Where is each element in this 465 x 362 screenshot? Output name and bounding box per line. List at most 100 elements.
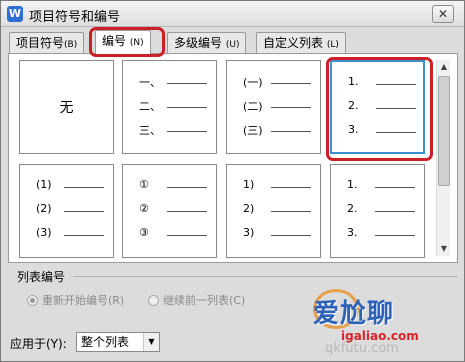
tab-hotkey: (L) xyxy=(326,40,339,50)
group-divider xyxy=(73,276,458,277)
tab-label: 多级编号 xyxy=(174,36,223,50)
numbering-style-card[interactable]: 1) 2) 3) xyxy=(226,164,321,258)
scroll-thumb[interactable] xyxy=(438,76,450,186)
preview-rule xyxy=(64,187,104,188)
radio-icon xyxy=(27,295,38,306)
preview-rule xyxy=(271,187,311,188)
numbering-style-card[interactable]: (一) (二) (三) xyxy=(226,60,321,154)
bullets-numbering-dialog: W 项目符号和编号 ✕ 项目符号(B) 编号 (N) 多级编号 (U) 自定义列… xyxy=(0,0,465,362)
title-bar[interactable]: W 项目符号和编号 ✕ xyxy=(1,1,464,27)
preview-marker: (2) xyxy=(36,202,52,215)
numbering-style-card[interactable]: 一、 二、 三、 xyxy=(122,60,217,154)
preview-marker: 三、 xyxy=(139,124,161,137)
preview-line: 2) xyxy=(227,201,320,219)
preview-line: (1) xyxy=(20,177,113,195)
preview-marker: ② xyxy=(139,202,149,215)
radio-icon xyxy=(148,295,159,306)
preview-rule xyxy=(376,132,416,133)
apply-to-value: 整个列表 xyxy=(81,335,130,349)
preview-marker: 3. xyxy=(347,226,358,239)
arrow-up-icon[interactable]: ▲ xyxy=(437,60,451,74)
preview-rule xyxy=(376,84,416,85)
preview-rule xyxy=(167,131,207,132)
preview-line: (一) xyxy=(227,73,320,91)
tab-label: 自定义列表 xyxy=(263,36,324,50)
preview-marker: 2. xyxy=(348,99,359,112)
dialog-title: 项目符号和编号 xyxy=(29,10,121,25)
preview-line: 3. xyxy=(331,225,424,243)
preview-line: 一、 xyxy=(123,73,216,91)
tab-hotkey: (B) xyxy=(64,40,78,50)
preview-line: 3) xyxy=(227,225,320,243)
preview-rule xyxy=(375,235,415,236)
preview-marker: ① xyxy=(139,178,149,191)
tab-label: 项目符号 xyxy=(16,36,65,50)
preview-marker: 1) xyxy=(243,178,255,191)
preview-line: 二、 xyxy=(123,97,216,115)
preview-line: (二) xyxy=(227,97,320,115)
preview-rule xyxy=(271,83,311,84)
chevron-down-icon[interactable]: ▼ xyxy=(143,333,159,351)
preview-rule xyxy=(376,108,416,109)
numbering-style-card[interactable]: ① ② ③ xyxy=(122,164,217,258)
preview-line: 1. xyxy=(331,177,424,195)
preview-marker: (一) xyxy=(243,76,263,89)
close-icon[interactable]: ✕ xyxy=(432,5,454,23)
tab-bullets[interactable]: 项目符号(B) xyxy=(9,32,85,54)
preview-marker: 2) xyxy=(243,202,255,215)
preview-rule xyxy=(271,235,311,236)
apply-to-select[interactable]: 整个列表 ▼ xyxy=(76,332,160,352)
preview-marker: 一、 xyxy=(139,76,161,89)
continue-previous-radio[interactable]: 继续前一列表(C) xyxy=(148,292,245,308)
option-hotkey: (C) xyxy=(229,294,246,307)
preview-rule xyxy=(167,211,207,212)
numbering-style-card[interactable]: 1. 2. 3. xyxy=(330,164,425,258)
tab-hotkey: (U) xyxy=(225,40,240,50)
preview-rule xyxy=(375,211,415,212)
preview-rule xyxy=(167,107,207,108)
preview-marker: ③ xyxy=(139,226,149,239)
preview-line: ① xyxy=(123,177,216,195)
tab-hotkey: (N) xyxy=(129,38,144,48)
preview-line: 3. xyxy=(332,122,423,140)
tab-multilevel[interactable]: 多级编号 (U) xyxy=(167,32,247,54)
option-hotkey: (R) xyxy=(108,294,125,307)
tab-custom-list[interactable]: 自定义列表 (L) xyxy=(256,32,346,54)
restart-numbering-radio[interactable]: 重新开始编号(R) xyxy=(27,292,124,308)
preview-line: ③ xyxy=(123,225,216,243)
apply-to-label: 应用于(Y): xyxy=(10,337,67,351)
arrow-down-icon[interactable]: ▼ xyxy=(437,242,451,256)
preview-marker: (3) xyxy=(36,226,52,239)
preview-line: 2. xyxy=(331,201,424,219)
tab-numbering[interactable]: 编号 (N) xyxy=(95,30,151,54)
option-label: 继续前一列表 xyxy=(163,294,229,307)
preview-marker: 二、 xyxy=(139,100,161,113)
preview-marker: (1) xyxy=(36,178,52,191)
preview-marker: 1. xyxy=(348,75,359,88)
numbering-style-card[interactable]: (1) (2) (3) xyxy=(19,164,114,258)
numbering-style-card[interactable]: 1. 2. 3. xyxy=(330,60,425,154)
option-label: 重新开始编号 xyxy=(42,294,108,307)
preview-marker: 1. xyxy=(347,178,358,191)
preview-marker: 3) xyxy=(243,226,255,239)
watermark-logo-text: 爱尬聊 xyxy=(313,299,395,329)
watermark-logo: 爱尬聊 igaliao.com qkfutu.com xyxy=(313,289,463,361)
gallery-scrollbar[interactable]: ▲ ▼ xyxy=(436,60,450,256)
preview-line: ② xyxy=(123,201,216,219)
preview-rule xyxy=(64,211,104,212)
none-label: 无 xyxy=(59,100,74,116)
preview-marker: 3. xyxy=(348,123,359,136)
wps-writer-icon: W xyxy=(7,6,23,22)
preview-line: 1. xyxy=(332,74,423,92)
preview-marker: (二) xyxy=(243,100,263,113)
preview-line: 三、 xyxy=(123,121,216,139)
preview-line: (3) xyxy=(20,225,113,243)
list-numbering-label: 列表编号 xyxy=(17,270,66,284)
preview-line: 1) xyxy=(227,177,320,195)
preview-rule xyxy=(64,235,104,236)
watermark-site-secondary: qkfutu.com xyxy=(325,341,399,356)
preview-line: 2. xyxy=(332,98,423,116)
numbering-style-none[interactable]: 无 xyxy=(19,60,114,154)
preview-rule xyxy=(167,235,207,236)
preview-rule xyxy=(375,187,415,188)
